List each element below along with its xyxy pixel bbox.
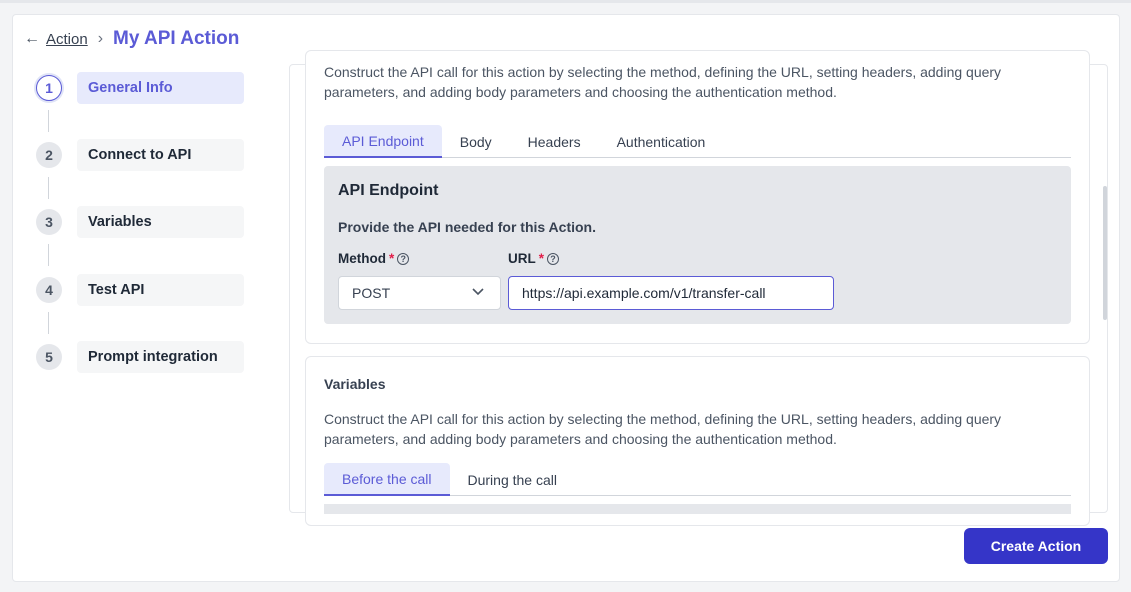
step-number: 4: [36, 277, 62, 303]
url-label: URL: [508, 251, 536, 266]
variables-content-box: [324, 504, 1071, 514]
page-title: My API Action: [113, 28, 240, 49]
method-select[interactable]: POST: [338, 276, 501, 310]
tab-headers[interactable]: Headers: [510, 125, 599, 158]
step-connector: [48, 110, 49, 132]
top-border: [0, 0, 1131, 3]
step-test-api[interactable]: 4 Test API: [36, 274, 244, 306]
required-mark: *: [538, 251, 545, 266]
tab-during-the-call[interactable]: During the call: [450, 463, 576, 496]
url-label-group: URL * ?: [508, 251, 560, 266]
chevron-right-icon: ›: [97, 30, 104, 47]
variables-title: Variables: [324, 376, 386, 392]
endpoint-subtitle: Provide the API needed for this Action.: [338, 219, 596, 235]
step-number: 3: [36, 209, 62, 235]
tab-api-endpoint[interactable]: API Endpoint: [324, 125, 442, 158]
url-input[interactable]: [508, 276, 834, 310]
step-general-info[interactable]: 1 General Info: [36, 72, 244, 104]
required-mark: *: [389, 251, 395, 266]
step-number: 2: [36, 142, 62, 168]
step-label-test-api[interactable]: Test API: [77, 274, 244, 306]
endpoint-title: API Endpoint: [338, 182, 439, 199]
api-endpoint-box: API Endpoint Provide the API needed for …: [324, 166, 1071, 324]
back-arrow-icon[interactable]: ←: [24, 30, 40, 48]
tab-body[interactable]: Body: [442, 125, 510, 158]
api-tabs: API Endpoint Body Headers Authentication: [324, 125, 1071, 158]
create-action-button[interactable]: Create Action: [964, 528, 1108, 564]
tab-authentication[interactable]: Authentication: [599, 125, 724, 158]
breadcrumb: ← Action › My API Action: [24, 26, 239, 52]
step-connector: [48, 177, 49, 199]
step-number: 5: [36, 344, 62, 370]
step-label-prompt-integration[interactable]: Prompt integration: [77, 341, 244, 373]
tab-before-the-call[interactable]: Before the call: [324, 463, 450, 496]
method-label: Method: [338, 251, 386, 266]
help-icon[interactable]: ?: [397, 252, 410, 265]
variables-tabs: Before the call During the call: [324, 463, 1071, 496]
step-label-variables[interactable]: Variables: [77, 206, 244, 238]
scrollbar[interactable]: [1103, 186, 1107, 320]
step-connector: [48, 312, 49, 334]
step-connect-to-api[interactable]: 2 Connect to API: [36, 139, 244, 171]
variables-description: Construct the API call for this action b…: [324, 411, 1002, 447]
step-variables[interactable]: 3 Variables: [36, 206, 244, 238]
api-call-description: Construct the API call for this action b…: [324, 64, 1002, 100]
step-number: 1: [36, 75, 62, 101]
step-connector: [48, 244, 49, 266]
method-value: POST: [352, 285, 391, 301]
step-prompt-integration[interactable]: 5 Prompt integration: [36, 341, 244, 373]
method-label-group: Method * ?: [338, 251, 410, 266]
step-label-general-info[interactable]: General Info: [77, 72, 244, 104]
help-icon[interactable]: ?: [547, 252, 560, 265]
chevron-down-icon: [472, 288, 484, 296]
step-label-connect-to-api[interactable]: Connect to API: [77, 139, 244, 171]
breadcrumb-action-link[interactable]: Action: [46, 31, 88, 48]
